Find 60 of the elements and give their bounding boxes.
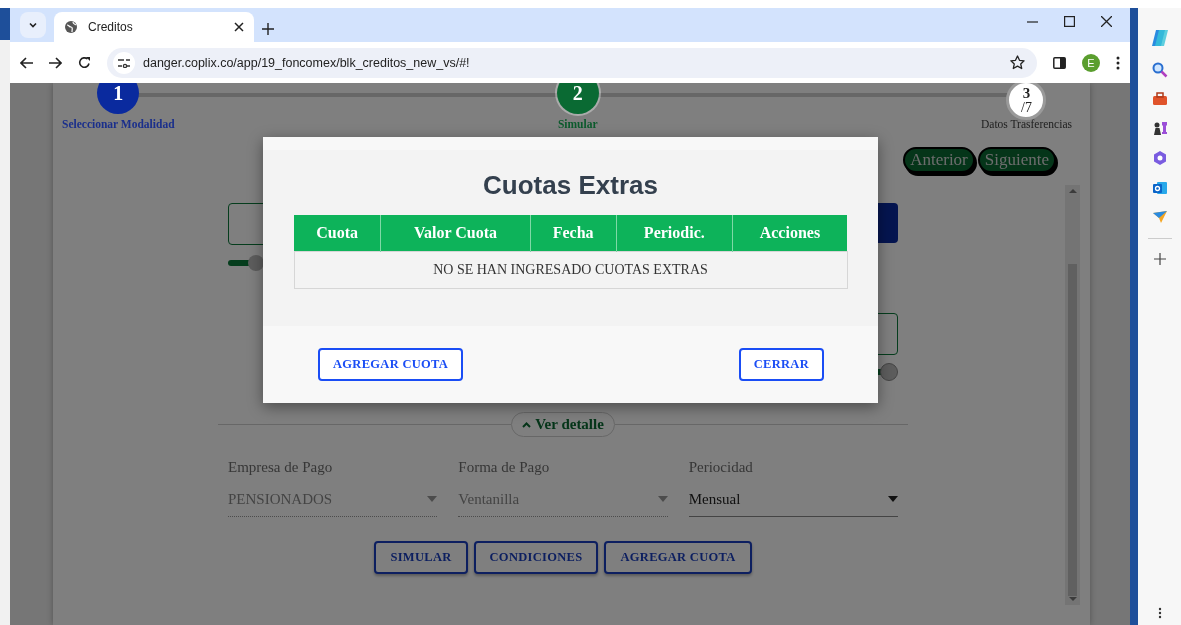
select-field[interactable]: Mensual: [688, 488, 898, 517]
step-circle: 2: [556, 83, 599, 114]
step-circle: 3 /7: [1006, 83, 1047, 120]
slider-drawing[interactable]: [878, 363, 898, 381]
side-panel-icon[interactable]: [1053, 56, 1066, 69]
column-header: Fecha: [530, 215, 617, 252]
scrollbar[interactable]: [1065, 185, 1080, 605]
modal-title: Cuotas Extras: [483, 170, 658, 201]
globe-icon: [64, 20, 78, 34]
url-text: danger.coplix.co/app/19_foncomex/blk_creditos_new_vs/#!: [143, 55, 471, 70]
hexagon-icon[interactable]: [1151, 150, 1168, 166]
briefcase-icon[interactable]: [1151, 92, 1168, 106]
site-settings-icon[interactable]: [113, 51, 135, 74]
column-header: Acciones: [732, 215, 847, 252]
modal-button[interactable]: CERRAR: [738, 348, 824, 381]
copilot-icon[interactable]: [1149, 28, 1170, 48]
modal-button[interactable]: AGREGAR CUOTA: [318, 348, 464, 381]
empty-message: NO SE HAN INGRESADO CUOTAS EXTRAS: [294, 251, 847, 289]
field-label: Empresa de Pago: [228, 459, 334, 476]
chevron-icon[interactable]: [28, 20, 38, 30]
field-label: Forma de Pago: [458, 459, 551, 476]
close-icon[interactable]: [1101, 15, 1112, 27]
step-label: Seleccionar Modalidad: [62, 118, 175, 130]
column-header: Cuota: [294, 215, 381, 252]
field-label: Periocidad: [688, 459, 754, 476]
mail-app-icon[interactable]: [1151, 180, 1168, 196]
dropdown-arrow-icon: [888, 496, 898, 502]
column-header: Periodic.: [616, 215, 733, 252]
paper-plane-icon[interactable]: [1151, 210, 1168, 224]
input-addon[interactable]: [878, 203, 898, 243]
dropdown-arrow-icon: [427, 496, 438, 502]
details-toggle[interactable]: Ver detalle: [511, 412, 615, 437]
reload-icon[interactable]: [78, 56, 91, 69]
chess-pieces-icon[interactable]: [1151, 120, 1168, 136]
browser-tab[interactable]: Creditos: [54, 12, 254, 42]
close-icon[interactable]: [234, 22, 244, 32]
action-button[interactable]: SIMULAR: [374, 541, 468, 574]
profile-avatar[interactable]: E: [1082, 53, 1100, 72]
address-bar[interactable]: danger.coplix.co/app/19_foncomex/blk_creditos_new_vs/#!: [107, 47, 1037, 78]
add-icon[interactable]: [1153, 253, 1166, 265]
action-button[interactable]: AGREGAR CUOTA: [604, 541, 752, 574]
menu-icon[interactable]: [1157, 607, 1162, 619]
step-circle: 1: [97, 83, 140, 114]
scroll-up-icon[interactable]: [1068, 188, 1077, 194]
new-tab-icon[interactable]: [262, 23, 274, 35]
back-icon[interactable]: [20, 56, 33, 69]
forward-icon[interactable]: [49, 56, 62, 69]
column-header: Valor Cuota: [380, 215, 531, 252]
tab-title: Creditos: [88, 20, 134, 34]
caret-icon: [522, 421, 532, 428]
menu-icon[interactable]: [1116, 55, 1120, 70]
search-icon[interactable]: [1151, 62, 1168, 78]
nav-button[interactable]: Anterior: [903, 147, 975, 173]
step-label: Simular: [557, 118, 598, 130]
maximize-icon[interactable]: [1064, 15, 1075, 27]
dropdown-arrow-icon: [657, 496, 668, 502]
star-icon[interactable]: [1010, 55, 1025, 70]
nav-button[interactable]: Siguiente: [977, 147, 1056, 173]
action-button[interactable]: CONDICIONES: [473, 541, 599, 574]
step-label: Datos Trasferencias: [980, 118, 1072, 130]
